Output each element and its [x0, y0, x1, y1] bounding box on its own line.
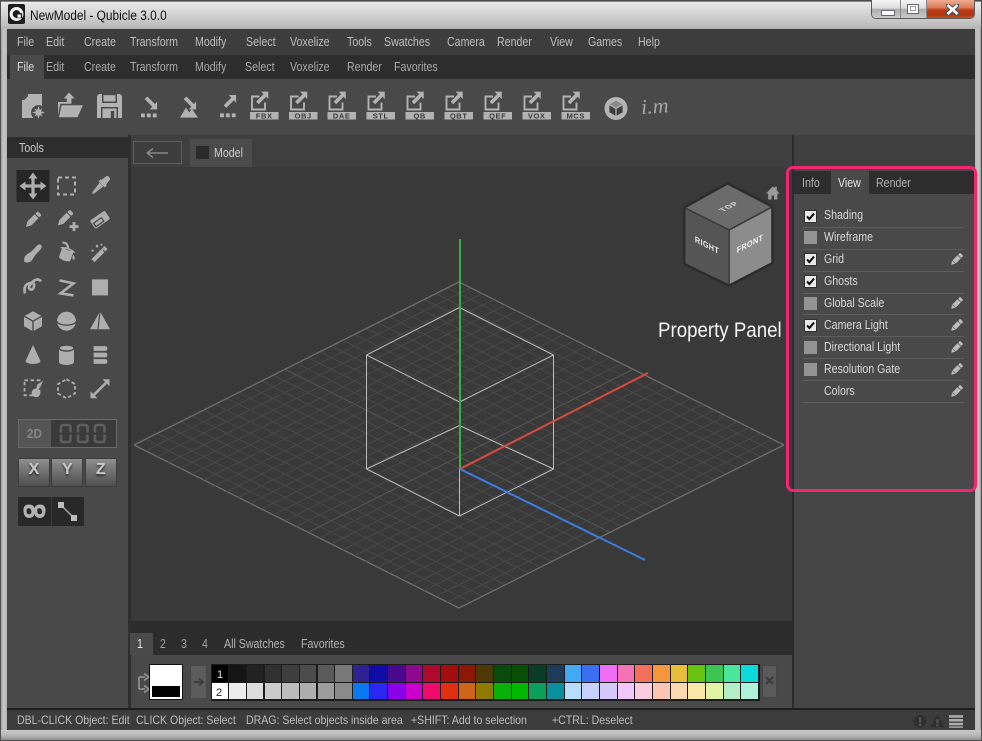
svg-text:STL: STL — [373, 112, 389, 121]
svg-text:QB: QB — [413, 112, 425, 121]
svg-text:OBJ: OBJ — [295, 112, 312, 121]
svg-text:FBX: FBX — [256, 112, 273, 121]
svg-text:DAE: DAE — [333, 112, 351, 121]
svg-text:QBT: QBT — [450, 112, 468, 121]
svg-text:QEF: QEF — [489, 112, 506, 121]
svg-text:MCS: MCS — [566, 112, 584, 121]
svg-text:VOX: VOX — [528, 112, 546, 121]
